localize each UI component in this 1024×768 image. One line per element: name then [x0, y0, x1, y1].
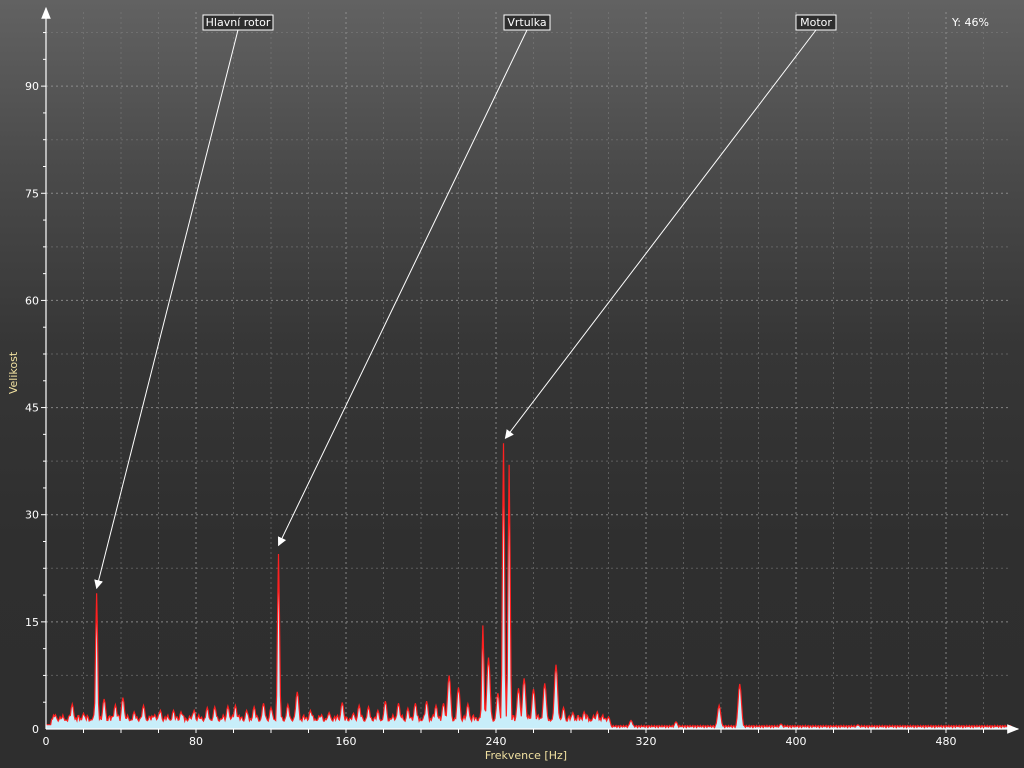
annotation-label: Motor — [800, 16, 832, 29]
y-tick-label: 0 — [32, 723, 39, 736]
spectrum-series — [46, 443, 1013, 730]
y-tick-label: 45 — [25, 402, 39, 415]
spectrum-area-fill — [46, 443, 1012, 729]
x-tick-label: 320 — [636, 735, 657, 748]
annotation-label: Hlavní rotor — [206, 16, 271, 29]
x-axis-label: Frekvence [Hz] — [485, 749, 567, 762]
annotation-label: Vrtulka — [507, 16, 546, 29]
axes — [41, 6, 1020, 734]
y-tick-label: 15 — [25, 616, 39, 629]
spectrum-line — [46, 443, 1013, 730]
grid-lines — [46, 12, 1010, 729]
annotations: Hlavní rotor Vrtulka Motor — [94, 14, 837, 590]
annotation-arrow — [504, 29, 817, 439]
x-tick-label: 400 — [786, 735, 807, 748]
y-tick-label: 75 — [25, 187, 39, 200]
x-tick-label: 0 — [43, 735, 50, 748]
y-axis-label: Velikost — [7, 351, 20, 394]
x-tick-label: 240 — [486, 735, 507, 748]
y-tick-label: 60 — [25, 294, 39, 307]
y-tick-label: 30 — [25, 509, 39, 522]
y-tick-label: 90 — [25, 80, 39, 93]
annotation-arrow — [277, 29, 528, 547]
x-tick-label: 80 — [189, 735, 203, 748]
y-cursor-readout: Y: 46% — [951, 16, 989, 29]
annotation-arrow — [94, 29, 239, 590]
x-tick-label: 480 — [936, 735, 957, 748]
spectrum-chart: 0 80 160 240 320 400 480 0 15 30 45 60 75 90 Frekvenc… — [7, 6, 1020, 762]
x-tick-label: 160 — [336, 735, 357, 748]
tick-labels: 0 80 160 240 320 400 480 0 15 30 45 60 75 90 — [25, 80, 957, 748]
